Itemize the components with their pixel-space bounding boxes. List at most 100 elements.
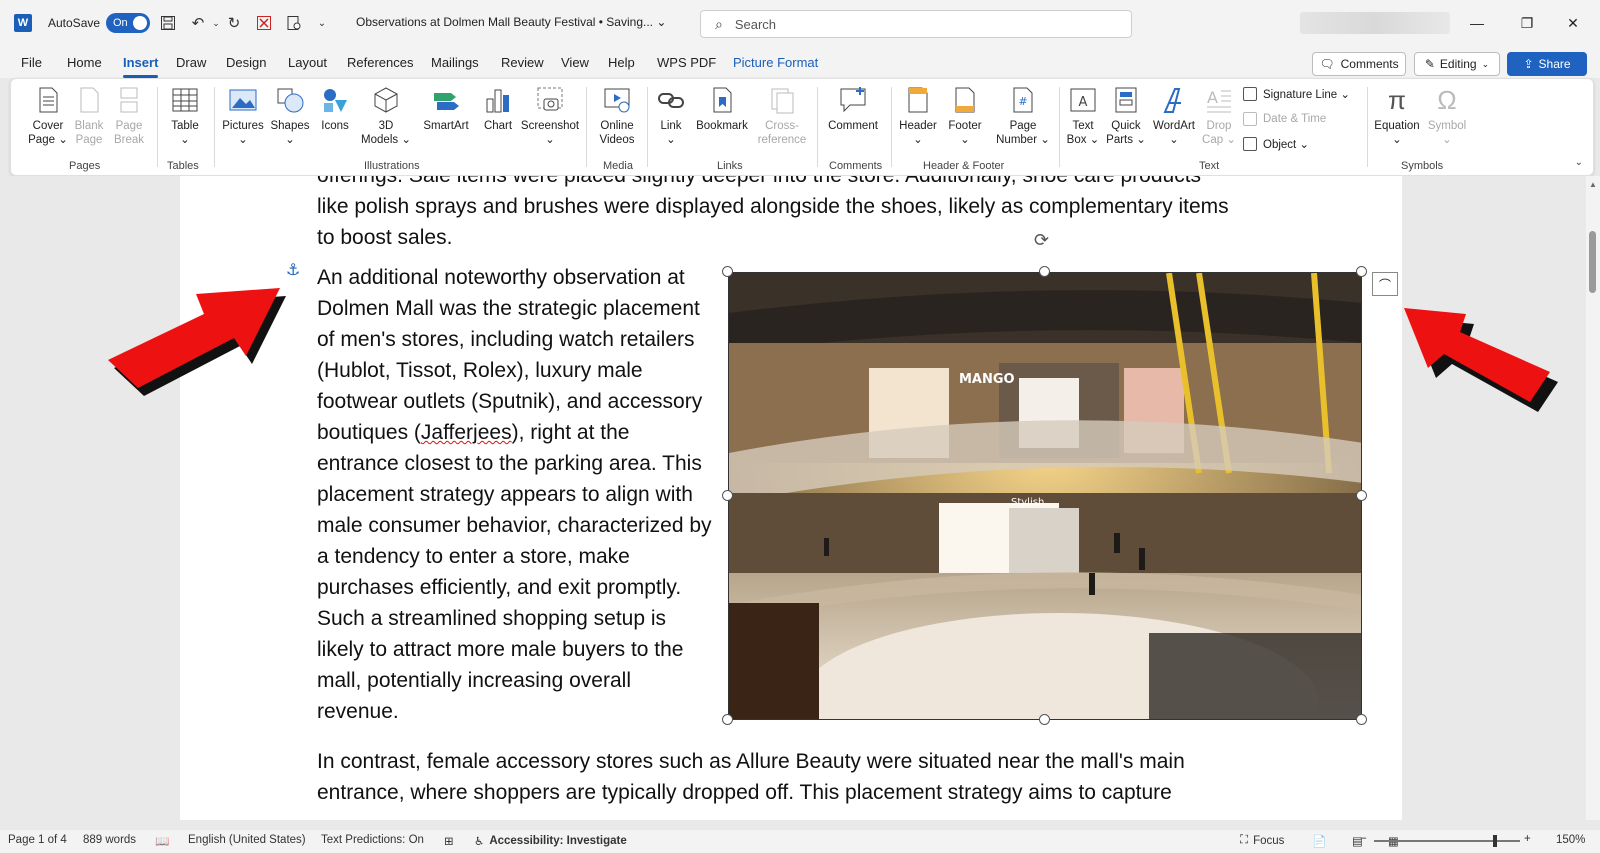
table-icon [170,85,200,115]
macro-icon[interactable]: ⊞ [444,834,454,848]
editing-button[interactable]: ✎ Editing ⌄ [1414,52,1500,76]
customize-toolbar-icon[interactable]: ⌄ [312,13,332,33]
resize-handle-sw[interactable] [722,714,733,725]
tab-references[interactable]: References [347,55,413,70]
drop-cap-button[interactable]: A Drop Cap ⌄ [1199,85,1239,147]
zoom-slider[interactable] [1374,840,1520,842]
quick-parts-button[interactable]: Quick Parts ⌄ [1105,85,1147,147]
redo-icon[interactable]: ↻ [224,13,244,33]
language-indicator[interactable]: English (United States) [188,834,306,846]
zoom-in-icon[interactable]: + [1524,833,1531,845]
tab-draw[interactable]: Draw [176,55,206,70]
wordart-button[interactable]: WordArt ⌄ [1149,85,1199,147]
3d-models-button[interactable]: 3D Models ⌄ [361,85,411,147]
paragraph-2[interactable]: An additional noteworthy observation at … [317,262,717,727]
tab-view[interactable]: View [561,55,589,70]
cross-reference-button[interactable]: Cross- reference [753,85,811,147]
tab-insert[interactable]: Insert [123,55,159,78]
blank-page-button[interactable]: Blank Page [69,85,109,147]
resize-handle-n[interactable] [1039,266,1050,277]
scroll-thumb[interactable] [1589,231,1596,293]
anchor-icon[interactable]: ⚓ [286,260,300,280]
page-break-label: Page Break [113,120,145,146]
undo-icon[interactable]: ↶ [188,13,208,33]
undo-dropdown-icon[interactable]: ⌄ [206,13,226,33]
focus-button[interactable]: ⛶ Focus [1240,834,1284,847]
signature-line-button[interactable]: Signature Line ⌄ [1243,87,1350,101]
comments-button[interactable]: 🗨 Comments [1312,52,1406,76]
cover-page-button[interactable]: Cover Page ⌄ [23,85,73,147]
tab-home[interactable]: Home [67,55,102,70]
search-input[interactable]: ⌕ Search [700,10,1132,38]
save-icon[interactable] [158,13,178,33]
header-button[interactable]: Header ⌄ [895,85,941,147]
svg-text:A: A [1079,95,1088,110]
zoom-slider-thumb[interactable] [1493,835,1497,847]
date-time-button[interactable]: Date & Time [1243,112,1326,126]
layout-options-icon[interactable]: ⌒ [1372,272,1398,296]
paragraph-2-text-b: ), right at the entrance closest to the … [317,421,712,723]
misspelled-word[interactable]: Jafferjees [421,421,512,444]
resize-handle-e[interactable] [1356,490,1367,501]
new-comment-button[interactable]: Comment [823,85,883,133]
close-icon[interactable]: ✕ [1562,13,1584,33]
rotate-handle-icon[interactable]: ⟳ [1034,230,1049,251]
pictures-button[interactable]: Pictures ⌄ [219,85,267,147]
collapse-ribbon-icon[interactable]: ⌄ [1575,157,1583,168]
vertical-scrollbar[interactable]: ▲ [1586,176,1600,820]
page-number-button[interactable]: # Page Number ⌄ [991,85,1055,147]
text-box-button[interactable]: A Text Box ⌄ [1063,85,1103,147]
document-page[interactable]: offerings. Sale items were placed slight… [180,176,1402,820]
autosave-toggle[interactable]: On [106,13,150,33]
icons-label: Icons [321,120,349,132]
read-mode-icon[interactable]: 📄 [1312,834,1326,848]
paragraph-3[interactable]: In contrast, female accessory stores suc… [317,746,1217,808]
resize-handle-s[interactable] [1039,714,1050,725]
shapes-button[interactable]: Shapes ⌄ [268,85,312,147]
page-count[interactable]: Page 1 of 4 [8,834,67,846]
icons-button[interactable]: Icons [315,85,355,133]
tab-design[interactable]: Design [226,55,266,70]
restore-icon[interactable]: ❐ [1516,13,1538,33]
tab-layout[interactable]: Layout [288,55,327,70]
online-videos-button[interactable]: Online Videos [592,85,642,147]
smartart-button[interactable]: SmartArt [417,85,475,133]
bookmark-button[interactable]: Bookmark [693,85,751,133]
resize-handle-w[interactable] [722,490,733,501]
tab-wps-pdf[interactable]: WPS PDF [657,55,716,70]
resize-handle-nw[interactable] [722,266,733,277]
close-document-icon[interactable] [254,13,274,33]
chart-button[interactable]: Chart [478,85,518,133]
proofing-icon[interactable]: 📖 [155,834,169,848]
account-area[interactable] [1300,12,1450,34]
zoom-level[interactable]: 150% [1556,834,1585,846]
print-preview-icon[interactable] [284,13,304,33]
equation-button[interactable]: π Equation ⌄ [1371,85,1423,147]
text-predictions[interactable]: Text Predictions: On [321,834,424,846]
bookmark-icon [707,85,737,115]
page-break-button[interactable]: Page Break [109,85,149,147]
word-count[interactable]: 889 words [83,834,136,846]
footer-button[interactable]: Footer ⌄ [943,85,987,147]
table-button[interactable]: Table ⌄ [165,85,205,147]
accessibility-status[interactable]: ♿ Accessibility: Investigate [474,834,627,848]
resize-handle-ne[interactable] [1356,266,1367,277]
tab-help[interactable]: Help [608,55,635,70]
link-button[interactable]: Link ⌄ [651,85,691,147]
tab-mailings[interactable]: Mailings [431,55,479,70]
search-placeholder: Search [734,16,777,32]
object-button[interactable]: Object ⌄ [1243,137,1309,151]
symbol-button[interactable]: Ω Symbol ⌄ [1425,85,1469,147]
screenshot-button[interactable]: Screenshot ⌄ [519,85,581,147]
mall-photo[interactable]: MANGO Stylish [728,272,1362,720]
tab-file[interactable]: File [21,55,42,70]
tab-review[interactable]: Review [501,55,544,70]
resize-handle-se[interactable] [1356,714,1367,725]
document-title[interactable]: Observations at Dolmen Mall Beauty Festi… [356,15,666,29]
minimize-icon[interactable]: — [1466,13,1488,33]
scroll-up-icon[interactable]: ▲ [1589,180,1597,189]
zoom-out-icon[interactable]: − [1360,833,1367,845]
paragraph-1[interactable]: offerings. Sale items were placed slight… [317,176,1237,253]
tab-picture-format[interactable]: Picture Format [733,55,818,70]
share-button[interactable]: ⇪ Share [1507,52,1587,76]
